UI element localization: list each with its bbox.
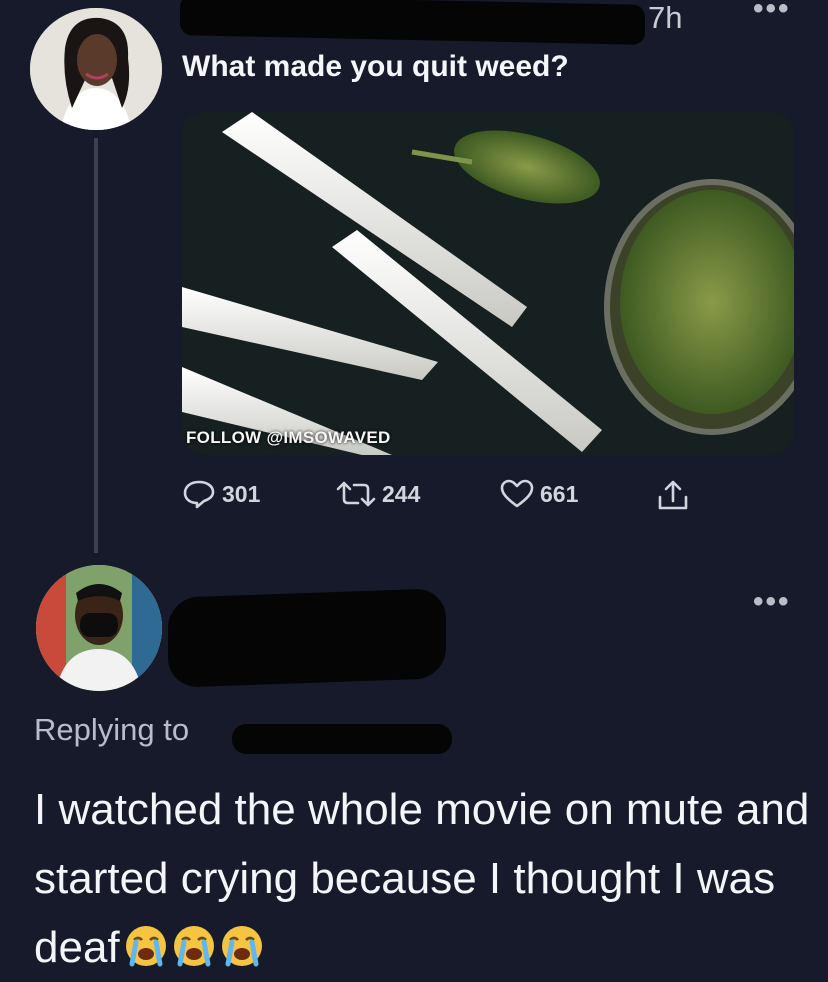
like-count: 661 [540, 480, 579, 507]
redacted-username [180, 0, 645, 45]
crying-face-icon [173, 926, 214, 967]
redacted-handle [232, 724, 452, 754]
replying-to-label: Replying to [34, 712, 190, 747]
thread-line [94, 138, 98, 553]
reply-icon [183, 480, 215, 509]
more-options-icon[interactable]: ••• [753, 0, 791, 26]
avatar[interactable] [36, 565, 162, 691]
retweet-button[interactable]: 244 [336, 479, 420, 509]
tweet-media-image[interactable] [182, 112, 794, 455]
reply-count: 301 [222, 480, 261, 507]
heart-icon [500, 479, 534, 508]
reply-button[interactable]: 301 [182, 479, 260, 509]
crying-face-icon [221, 926, 262, 967]
tweet-timestamp: 7h [648, 0, 683, 35]
retweet-icon [336, 481, 376, 507]
more-options-icon[interactable]: ••• [753, 585, 791, 619]
avatar[interactable] [30, 8, 162, 130]
crying-face-icon [125, 926, 166, 967]
retweet-count: 244 [382, 480, 421, 507]
share-button[interactable] [656, 479, 690, 511]
media-watermark: FOLLOW @IMSOWAVED [186, 428, 391, 447]
reply-text: I watched the whole movie on mute and st… [34, 775, 814, 982]
tweet-text: What made you quit weed? [182, 50, 569, 83]
like-button[interactable]: 661 [500, 479, 578, 509]
share-icon [658, 480, 688, 510]
redacted-username [168, 588, 446, 688]
